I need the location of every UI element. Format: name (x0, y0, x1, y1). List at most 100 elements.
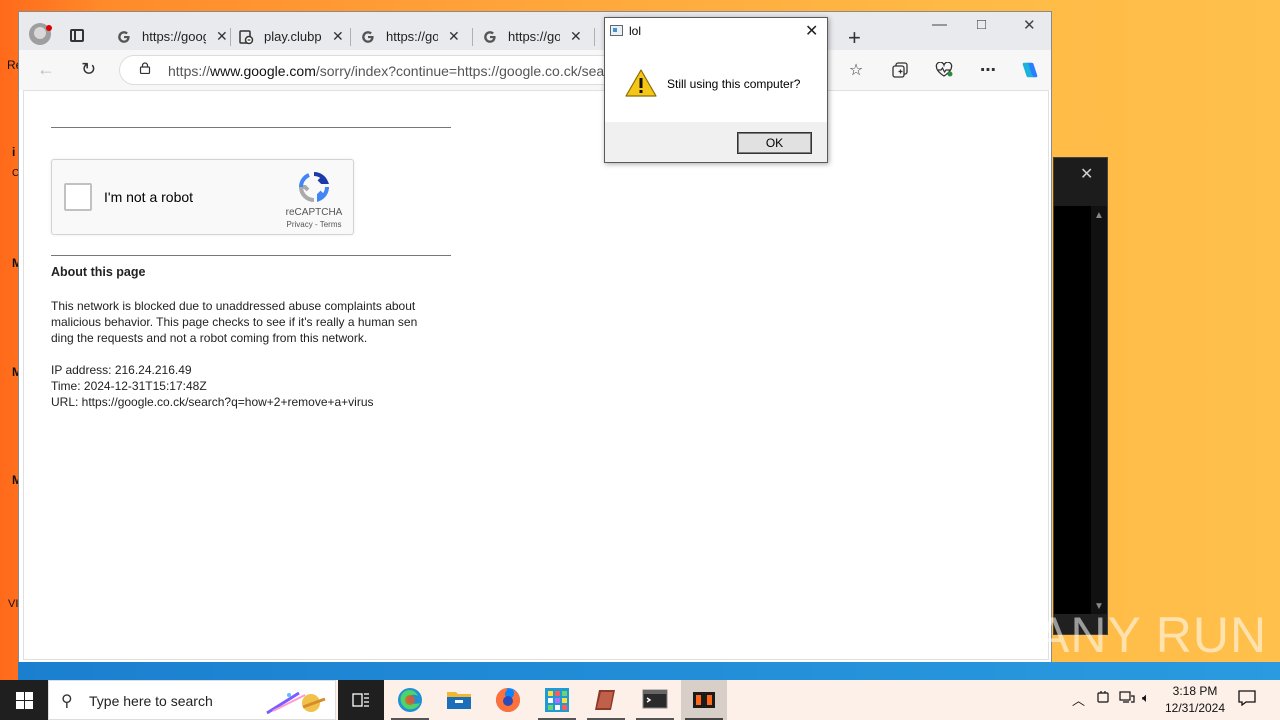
tab-close-icon[interactable]: ✕ (216, 28, 228, 45)
copilot-icon[interactable] (1020, 60, 1040, 80)
message-dialog: lol ✕ Still using this computer? OK (604, 17, 828, 163)
network-icon[interactable] (1119, 690, 1135, 707)
taskbar-search-box[interactable]: ⚲ Type here to search (48, 680, 336, 720)
taskbar-file-explorer[interactable] (436, 680, 482, 720)
paragraph-line: This network is blocked due to unaddress… (51, 299, 416, 313)
recaptcha-checkbox[interactable] (64, 183, 92, 211)
taskbar-edge[interactable] (387, 680, 433, 720)
tab-google-search-3[interactable]: https://google.co.ck/search?q ✕ (482, 23, 582, 50)
media-player-icon (693, 692, 715, 708)
file-explorer-icon (447, 692, 471, 709)
background-terminal-window: ✕ ▲ ▼ (1053, 157, 1108, 635)
tab-bar: https://google.co.ck/search?q ✕ play.clu… (19, 12, 1051, 50)
dialog-title: lol (629, 24, 642, 38)
tab-google-search-2[interactable]: https://google.co.ck/search?q ✕ (360, 23, 460, 50)
favorites-star-icon[interactable]: ☆ (846, 60, 866, 80)
url-path: /sorry/index?continue=https://google.co.… (315, 63, 608, 79)
close-window-button[interactable]: ✕ (1023, 16, 1036, 34)
google-g-icon (116, 29, 132, 45)
browser-essentials-icon[interactable] (934, 60, 954, 80)
desktop-icon-label[interactable]: VI (8, 598, 18, 610)
clock-date: 12/31/2024 (1164, 701, 1226, 715)
google-g-icon (360, 29, 376, 45)
recaptcha-privacy-terms[interactable]: Privacy - Terms (280, 220, 348, 229)
tab-close-icon[interactable]: ✕ (332, 28, 344, 45)
dialog-body: Still using this computer? (605, 44, 827, 122)
taskbar-app-grid[interactable] (534, 680, 580, 720)
taskbar-book-app[interactable] (583, 680, 629, 720)
tab-separator (472, 28, 473, 46)
back-arrow-icon[interactable]: ← (37, 59, 55, 80)
anyrun-watermark: ANY RUN (1036, 607, 1268, 663)
paragraph-line: ding the requests and not a robot coming… (51, 331, 368, 345)
search-highlight-icon (266, 691, 326, 715)
edge-icon (398, 688, 422, 712)
tab-title: https://google.co.ck/search?q (142, 29, 206, 44)
url-host: www.google.com (210, 63, 316, 79)
blocked-url: URL: https://google.co.ck/search?q=how+2… (51, 395, 374, 409)
tab-google-search-1[interactable]: https://google.co.ck/search?q ✕ (116, 23, 228, 50)
background-window-titlebar: ✕ (1054, 158, 1107, 206)
page-content: I'm not a robot reCAPTCHA Privacy - Term… (23, 90, 1049, 660)
minimize-button[interactable]: — (932, 16, 947, 33)
clock-time: 3:18 PM (1172, 684, 1218, 698)
clipboard-icon (238, 29, 254, 45)
tab-close-icon[interactable]: ✕ (570, 28, 582, 45)
taskbar-firefox[interactable] (485, 680, 531, 720)
desktop-blue-band (18, 662, 1280, 680)
volume-icon[interactable]: 🔈︎ (1142, 690, 1150, 706)
divider (51, 127, 451, 128)
book-icon (595, 690, 615, 710)
tray-device-icon[interactable] (1096, 690, 1110, 707)
desktop-icons-strip: Re i C M M M VI (0, 0, 22, 680)
address-toolbar: ← ↻ https://www.google.com/sorry/index?c… (19, 50, 1051, 90)
dialog-titlebar: lol ✕ (605, 18, 827, 44)
paragraph-line: malicious behavior. This page checks to … (51, 315, 418, 329)
ok-button[interactable]: OK (737, 132, 812, 154)
show-hidden-icons-chevron-icon[interactable]: ︿ (1072, 690, 1085, 709)
more-options-icon[interactable]: ⋯ (978, 60, 998, 80)
dialog-close-button[interactable]: ✕ (805, 21, 818, 41)
start-button[interactable] (0, 680, 48, 720)
ip-address: IP address: 216.24.216.49 (51, 363, 192, 377)
firefox-icon (496, 688, 520, 712)
warning-icon (625, 69, 657, 97)
address-bar[interactable]: https://www.google.com/sorry/index?conti… (119, 55, 619, 85)
about-heading: About this page (51, 265, 146, 279)
request-details: IP address: 216.24.216.49 Time: 2024-12-… (51, 362, 455, 410)
terminal-app-icon (642, 689, 668, 709)
desktop-icon-label[interactable]: i (12, 145, 15, 159)
close-icon[interactable]: ✕ (1080, 164, 1093, 184)
taskbar-terminal-app[interactable] (632, 680, 678, 720)
notifications-icon[interactable] (1238, 690, 1256, 709)
lock-icon[interactable] (139, 62, 151, 74)
maximize-button[interactable]: □ (977, 16, 986, 33)
taskbar-media-player[interactable] (681, 680, 727, 720)
app-grid-icon (545, 688, 569, 712)
recaptcha-logo-icon (298, 172, 330, 203)
chevron-up-icon[interactable]: ▲ (1094, 210, 1104, 221)
search-icon: ⚲ (61, 693, 73, 710)
timestamp: Time: 2024-12-31T15:17:48Z (51, 379, 207, 393)
divider (51, 255, 451, 256)
url-text[interactable]: https://www.google.com/sorry/index?conti… (168, 63, 608, 79)
notification-dot (46, 25, 52, 31)
collections-icon[interactable] (890, 60, 910, 80)
recaptcha-widget: I'm not a robot reCAPTCHA Privacy - Term… (51, 159, 354, 235)
tab-separator (350, 28, 351, 46)
tab-actions-icon[interactable] (70, 29, 84, 42)
windows-logo-icon (16, 692, 33, 709)
url-prefix: https:// (168, 63, 211, 79)
tab-separator (230, 28, 231, 46)
tab-title: https://google.co.ck/search?q (508, 29, 560, 44)
tab-clubpenguin[interactable]: play.clubpenguin ✕ (238, 23, 344, 50)
refresh-icon[interactable]: ↻ (81, 59, 96, 80)
taskbar-clock[interactable]: 3:18 PM 12/31/2024 (1160, 683, 1230, 717)
tab-close-icon[interactable]: ✕ (448, 28, 460, 45)
google-g-icon (482, 29, 498, 45)
scrollbar[interactable]: ▲ ▼ (1091, 206, 1107, 616)
task-view-button[interactable] (338, 680, 384, 720)
new-tab-button[interactable]: + (848, 25, 861, 51)
block-explanation: This network is blocked due to unaddress… (51, 298, 455, 346)
dialog-message: Still using this computer? (667, 77, 801, 91)
